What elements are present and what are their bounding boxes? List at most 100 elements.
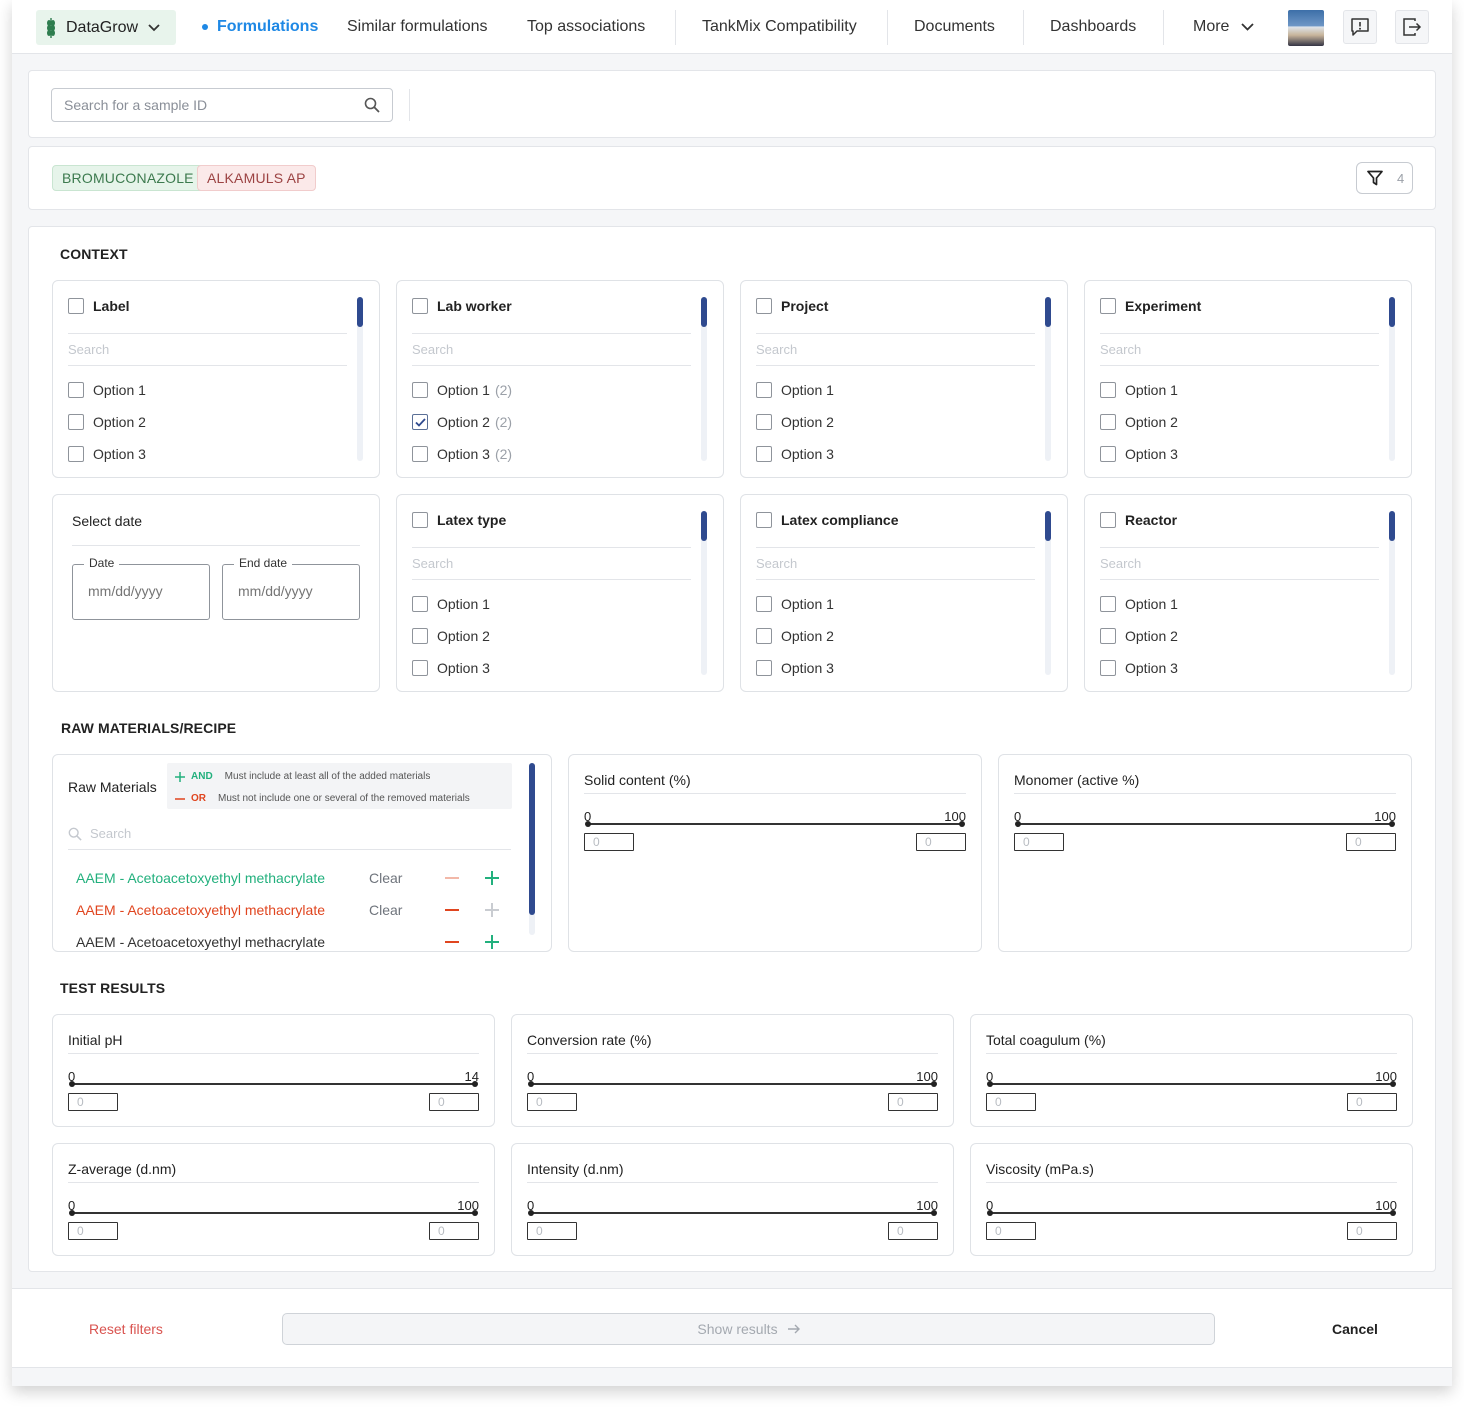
filter-card-search[interactable]: Search	[756, 342, 797, 357]
range-min-handle[interactable]	[528, 1210, 534, 1216]
sample-search-input[interactable]	[64, 97, 364, 113]
filter-card-header[interactable]: Experiment	[1100, 298, 1201, 314]
nav-similar-formulations[interactable]: Similar formulations	[347, 0, 487, 54]
checkbox[interactable]	[68, 382, 84, 398]
checkbox[interactable]	[1100, 414, 1116, 430]
range-max-input[interactable]	[1347, 1222, 1397, 1240]
nav-dashboards[interactable]: Dashboards	[1050, 0, 1136, 54]
range-max-handle[interactable]	[931, 1081, 937, 1087]
checkbox[interactable]	[412, 512, 428, 528]
scrollbar[interactable]	[1045, 511, 1051, 675]
filter-card-search[interactable]: Search	[1100, 342, 1141, 357]
nav-top-associations[interactable]: Top associations	[527, 0, 645, 54]
filter-option[interactable]: Option 3	[412, 660, 490, 676]
scrollbar[interactable]	[701, 511, 707, 675]
checkbox[interactable]	[756, 628, 772, 644]
checkbox[interactable]	[756, 382, 772, 398]
range-min-handle[interactable]	[987, 1081, 993, 1087]
nav-documents-label[interactable]: Documents	[914, 18, 995, 36]
cancel-button[interactable]: Cancel	[1332, 1321, 1378, 1337]
tag-excluded[interactable]: ALKAMULS AP	[197, 165, 316, 191]
checkbox[interactable]	[68, 446, 84, 462]
range-slider-track[interactable]	[987, 1210, 1396, 1216]
filter-option[interactable]: Option 3	[1100, 446, 1178, 462]
range-slider-track[interactable]	[69, 1081, 478, 1087]
range-min-input[interactable]	[527, 1093, 577, 1111]
nav-formulations-label[interactable]: Formulations	[217, 18, 318, 36]
filter-card-search[interactable]: Search	[1100, 556, 1141, 571]
scrollbar-thumb[interactable]	[529, 763, 535, 915]
range-max-input[interactable]	[1346, 833, 1396, 851]
raw-search[interactable]: Search	[68, 826, 131, 841]
filter-option[interactable]: Option 3	[756, 660, 834, 676]
range-slider-track[interactable]	[585, 821, 965, 827]
range-max-input[interactable]	[429, 1093, 479, 1111]
scrollbar-thumb[interactable]	[701, 511, 707, 541]
checkbox[interactable]	[412, 446, 428, 462]
scrollbar[interactable]	[701, 297, 707, 461]
filter-card-search[interactable]: Search	[412, 556, 453, 571]
range-min-input[interactable]	[986, 1093, 1036, 1111]
scrollbar-thumb[interactable]	[1045, 511, 1051, 541]
nav-more[interactable]: More	[1193, 0, 1255, 54]
search-icon[interactable]	[364, 97, 380, 113]
range-max-input[interactable]	[888, 1222, 938, 1240]
scrollbar-thumb[interactable]	[1045, 297, 1051, 327]
range-max-handle[interactable]	[472, 1210, 478, 1216]
filter-option[interactable]: Option 2	[756, 414, 834, 430]
checkbox[interactable]	[412, 596, 428, 612]
checkbox-checked[interactable]	[412, 414, 428, 430]
filter-option[interactable]: Option 3	[68, 446, 146, 462]
nav-documents[interactable]: Documents	[914, 0, 995, 54]
filter-option[interactable]: Option 1	[1100, 382, 1178, 398]
range-min-input[interactable]	[527, 1222, 577, 1240]
sample-search-box[interactable]	[51, 88, 393, 122]
start-date-input[interactable]	[88, 583, 198, 599]
filter-card-header[interactable]: Label	[68, 298, 130, 314]
range-max-handle[interactable]	[931, 1210, 937, 1216]
brand-switcher[interactable]: DataGrow	[36, 10, 176, 45]
checkbox[interactable]	[412, 628, 428, 644]
checkbox[interactable]	[68, 414, 84, 430]
checkbox[interactable]	[1100, 512, 1116, 528]
reset-filters-button[interactable]: Reset filters	[89, 1321, 163, 1337]
scrollbar-thumb[interactable]	[1389, 511, 1395, 541]
nav-formulations[interactable]: Formulations	[202, 0, 318, 54]
checkbox[interactable]	[412, 298, 428, 314]
range-slider-track[interactable]	[1015, 821, 1395, 827]
scrollbar-thumb[interactable]	[701, 297, 707, 327]
logout-button[interactable]	[1395, 10, 1429, 44]
filter-option[interactable]: Option 1	[68, 382, 146, 398]
include-button[interactable]	[484, 902, 500, 918]
filter-card-header[interactable]: Latex type	[412, 512, 506, 528]
tag-included[interactable]: BROMUCONAZOLE	[52, 165, 204, 191]
range-max-handle[interactable]	[959, 821, 965, 827]
range-min-handle[interactable]	[528, 1081, 534, 1087]
range-max-input[interactable]	[888, 1093, 938, 1111]
range-min-input[interactable]	[584, 833, 634, 851]
checkbox[interactable]	[756, 414, 772, 430]
checkbox[interactable]	[68, 298, 84, 314]
filter-option[interactable]: Option 1	[756, 382, 834, 398]
filter-option[interactable]: Option 2	[1100, 414, 1178, 430]
filter-option[interactable]: Option 2	[1100, 628, 1178, 644]
checkbox[interactable]	[1100, 446, 1116, 462]
checkbox[interactable]	[1100, 382, 1116, 398]
scrollbar[interactable]	[1389, 511, 1395, 675]
filter-card-search[interactable]: Search	[68, 342, 109, 357]
filter-option[interactable]: Option 1	[1100, 596, 1178, 612]
clear-button[interactable]: Clear	[369, 902, 402, 918]
range-max-handle[interactable]	[1389, 821, 1395, 827]
filter-option[interactable]: Option 2	[68, 414, 146, 430]
feedback-button[interactable]	[1343, 10, 1377, 44]
include-button[interactable]	[484, 934, 500, 950]
filter-card-header[interactable]: Reactor	[1100, 512, 1177, 528]
filter-option[interactable]: Option 2 (2)	[412, 414, 512, 430]
checkbox[interactable]	[1100, 596, 1116, 612]
range-max-input[interactable]	[916, 833, 966, 851]
range-max-handle[interactable]	[1390, 1210, 1396, 1216]
exclude-button[interactable]	[444, 902, 460, 918]
filter-option[interactable]: Option 2	[756, 628, 834, 644]
checkbox[interactable]	[756, 298, 772, 314]
filter-card-header[interactable]: Lab worker	[412, 298, 512, 314]
